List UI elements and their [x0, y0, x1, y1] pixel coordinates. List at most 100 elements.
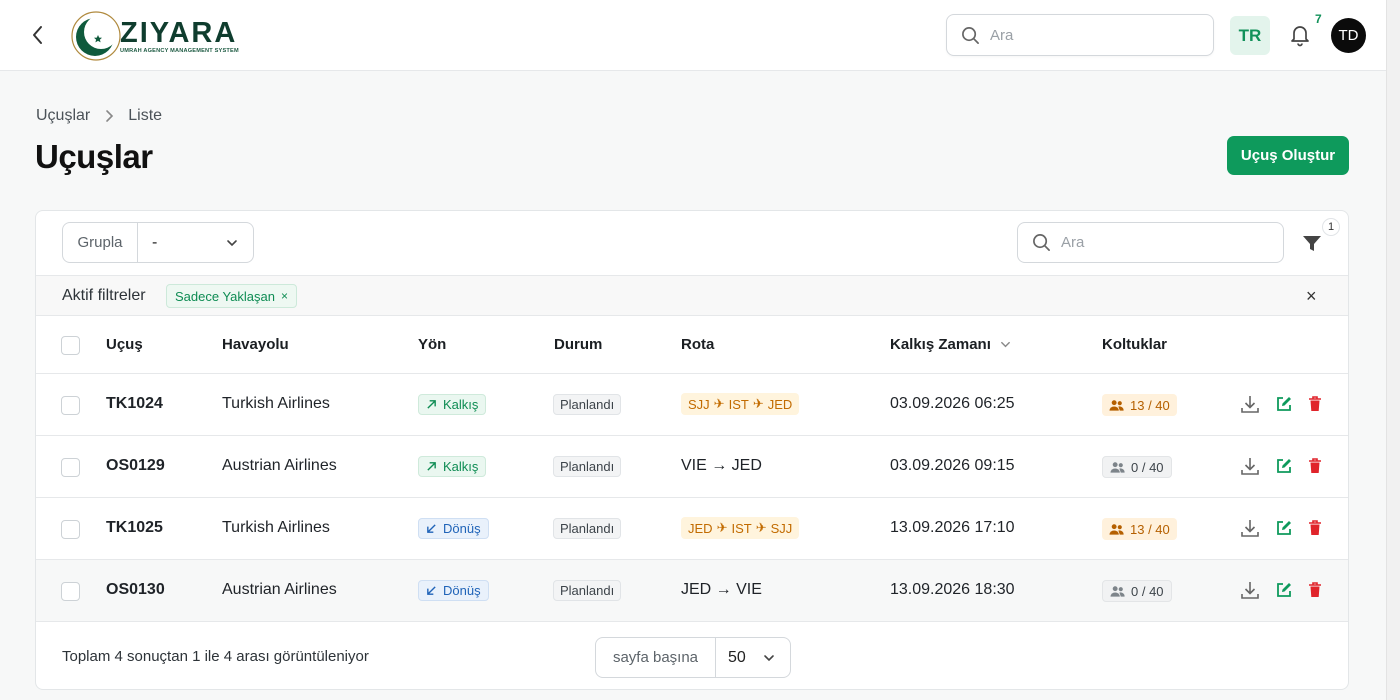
logo-tagline: UMRAH AGENCY MANAGEMENT SYSTEM — [120, 47, 239, 54]
arrow-down-left-icon — [427, 586, 436, 595]
sort-chevron-down-icon — [1000, 341, 1010, 348]
table-row[interactable]: TK1024 Turkish Airlines Kalkış Planlandı… — [36, 374, 1348, 436]
active-filters-label: Aktif filtreler — [62, 287, 146, 304]
airline-name: Austrian Airlines — [222, 581, 337, 598]
table-search[interactable] — [1017, 222, 1284, 263]
delete-button[interactable] — [1304, 393, 1326, 415]
direction-badge: Dönüş — [418, 518, 489, 539]
row-checkbox[interactable] — [61, 458, 80, 477]
table-row[interactable]: OS0130 Austrian Airlines Dönüş Planlandı… — [36, 560, 1348, 622]
edit-icon — [1277, 459, 1291, 473]
column-seats[interactable]: Koltuklar — [1102, 336, 1167, 353]
download-button[interactable] — [1239, 579, 1261, 601]
chevron-left-icon — [33, 26, 42, 44]
global-search[interactable] — [946, 14, 1214, 56]
flight-number[interactable]: TK1024 — [106, 395, 163, 413]
plane-icon: ✈ — [752, 396, 764, 411]
download-button[interactable] — [1239, 393, 1261, 415]
flight-number[interactable]: OS0130 — [106, 581, 165, 599]
top-bar: ZIYARA UMRAH AGENCY MANAGEMENT SYSTEM TR… — [0, 0, 1386, 71]
plane-icon: ✈ — [755, 520, 767, 535]
page-scrollbar[interactable] — [1386, 0, 1400, 700]
filter-chip-upcoming[interactable]: Sadece Yaklaşan × — [166, 284, 297, 308]
breadcrumb-flights[interactable]: Uçuşlar — [36, 107, 90, 125]
logo[interactable]: ZIYARA UMRAH AGENCY MANAGEMENT SYSTEM — [70, 10, 260, 62]
direction-badge: Kalkış — [418, 456, 487, 477]
download-icon — [1241, 520, 1259, 537]
column-flight[interactable]: Uçuş — [106, 336, 143, 353]
language-switcher[interactable]: TR — [1230, 16, 1270, 55]
delete-button[interactable] — [1304, 455, 1326, 477]
edit-button[interactable] — [1273, 579, 1295, 601]
download-button[interactable] — [1239, 455, 1261, 477]
filter-icon — [1303, 236, 1321, 251]
filter-count-badge: 1 — [1322, 218, 1340, 236]
clear-filters-button[interactable]: × — [1306, 287, 1317, 305]
delete-button[interactable] — [1304, 579, 1326, 601]
column-route[interactable]: Rota — [681, 336, 714, 353]
users-icon — [1110, 585, 1125, 597]
global-search-input[interactable] — [990, 26, 1190, 44]
back-button[interactable] — [26, 22, 50, 48]
chevron-right-icon — [106, 110, 114, 122]
column-direction[interactable]: Yön — [418, 336, 446, 353]
column-status[interactable]: Durum — [554, 336, 602, 353]
search-icon — [1033, 234, 1050, 251]
group-by-value: - — [152, 233, 158, 251]
airline-name: Austrian Airlines — [222, 457, 337, 474]
search-icon — [962, 26, 979, 44]
users-icon — [1109, 523, 1124, 535]
route-badge: SJJ ✈ IST ✈ JED — [681, 393, 800, 415]
departure-time: 13.09.2026 17:10 — [890, 519, 1015, 536]
seats-badge: 0 / 40 — [1102, 456, 1172, 478]
notifications-button[interactable] — [1288, 22, 1312, 48]
download-icon — [1241, 396, 1259, 413]
arrow-up-right-icon — [427, 400, 436, 409]
flight-number[interactable]: TK1025 — [106, 519, 163, 537]
row-checkbox[interactable] — [61, 582, 80, 601]
logo-name: ZIYARA — [120, 16, 238, 49]
chevron-down-icon — [764, 654, 774, 661]
page-title: Uçuşlar — [35, 138, 153, 175]
breadcrumb-list: Liste — [128, 107, 163, 124]
plane-icon: ✈ — [713, 396, 725, 411]
row-checkbox[interactable] — [61, 396, 80, 415]
remove-chip-icon[interactable]: × — [281, 289, 288, 303]
plane-icon: ✈ — [716, 520, 728, 535]
download-button[interactable] — [1239, 517, 1261, 539]
departure-time: 03.09.2026 09:15 — [890, 457, 1015, 474]
seats-badge: 13 / 40 — [1102, 518, 1177, 540]
status-badge: Planlandı — [553, 394, 622, 415]
edit-button[interactable] — [1273, 455, 1295, 477]
flights-table-card: Grupla - 1 Aktif filtreler Sadece Yaklaş… — [35, 210, 1349, 690]
chevron-down-icon — [227, 239, 237, 246]
seats-badge: 13 / 40 — [1102, 394, 1177, 416]
select-all-checkbox[interactable] — [61, 336, 80, 355]
filter-button[interactable] — [1300, 231, 1324, 255]
table-row[interactable]: OS0129 Austrian Airlines Kalkış Planland… — [36, 436, 1348, 498]
route-text: VIE → JED — [681, 457, 762, 474]
column-airline[interactable]: Havayolu — [222, 336, 289, 353]
trash-icon — [1309, 396, 1321, 411]
table-row[interactable]: TK1025 Turkish Airlines Dönüş Planlandı … — [36, 498, 1348, 560]
table-search-input[interactable] — [1061, 234, 1261, 251]
column-departure[interactable]: Kalkış Zamanı — [890, 336, 1012, 353]
download-icon — [1241, 582, 1259, 599]
crescent-logo-icon — [70, 10, 122, 62]
edit-button[interactable] — [1273, 393, 1295, 415]
delete-button[interactable] — [1304, 517, 1326, 539]
users-icon — [1109, 399, 1124, 411]
user-avatar[interactable]: TD — [1331, 18, 1366, 53]
table-header: Uçuş Havayolu Yön Durum Rota Kalkış Zama… — [36, 317, 1348, 374]
flight-number[interactable]: OS0129 — [106, 457, 165, 475]
group-by-select[interactable]: Grupla - — [62, 222, 254, 263]
trash-icon — [1309, 582, 1321, 597]
departure-time: 13.09.2026 18:30 — [890, 581, 1015, 598]
trash-icon — [1309, 520, 1321, 535]
row-checkbox[interactable] — [61, 520, 80, 539]
per-page-select[interactable]: sayfa başına 50 — [595, 637, 791, 678]
create-flight-button[interactable]: Uçuş Oluştur — [1227, 136, 1349, 175]
edit-button[interactable] — [1273, 517, 1295, 539]
status-badge: Planlandı — [553, 456, 622, 477]
route-text: JED → VIE — [681, 581, 762, 598]
